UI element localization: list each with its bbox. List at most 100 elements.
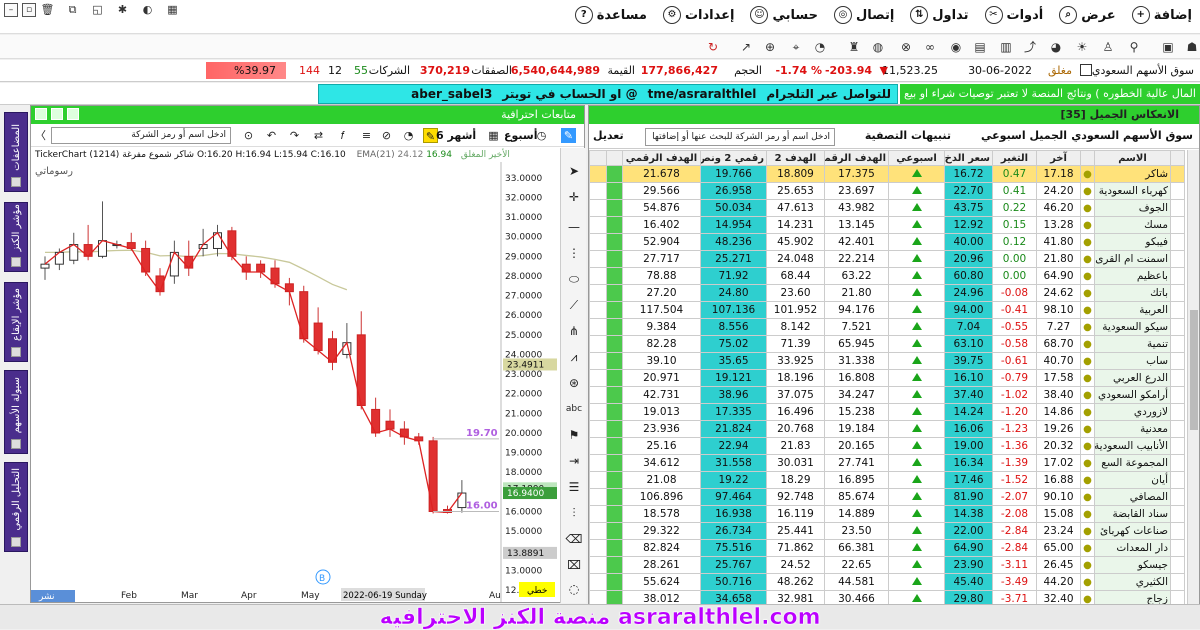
chat-icon[interactable]: ◐ [140, 2, 155, 17]
menu-connect[interactable]: إتصال ◎ [833, 6, 894, 24]
pitchfork-icon[interactable]: ⋔ [565, 322, 583, 340]
stack-icon[interactable]: ▤ [972, 39, 988, 55]
table-row[interactable]: كهرباء السعودية ● 24.20 0.41 22.70 23.697 25.6… [589, 182, 1185, 200]
telegram-handle[interactable]: tme/asraralthlel [648, 87, 757, 101]
search-person-icon[interactable]: ⚲ [1126, 39, 1142, 55]
minimize-icon[interactable]: – [4, 3, 18, 17]
zigzag-icon[interactable]: ⩘ [565, 348, 583, 366]
restore-icon[interactable]: ▫ [22, 3, 36, 17]
fib-icon[interactable]: ☰ [565, 478, 583, 496]
edit-button[interactable]: تعديل [593, 129, 624, 142]
column-header[interactable] [606, 150, 623, 166]
candlestick-chart[interactable]: رسوماتي 33.0000 32.0000 31.0000 30.0000 29.0… [31, 162, 560, 602]
menu-account[interactable]: حسابي ☺ [750, 6, 818, 24]
copy-icon[interactable]: ⧉ [65, 2, 80, 17]
candle-body[interactable] [457, 492, 467, 509]
table-row[interactable]: ساب ● 40.70 0.61- 39.75 31.338 33.925 35.65 39.1… [589, 352, 1185, 370]
layers-icon[interactable]: ≡ [359, 128, 374, 143]
column-header[interactable] [1080, 150, 1095, 166]
screener-search-input[interactable]: ادخل اسم أو رمز الشركة للبحث عنها أو إضا… [645, 128, 835, 146]
mask-icon[interactable]: ♜ [846, 39, 862, 55]
table-row[interactable]: سيكو السعودية ● 7.27 0.55- 7.04 7.521 8.142 8.5… [589, 318, 1185, 336]
hide-icon[interactable]: ◌ [565, 580, 583, 598]
candle-body[interactable] [40, 263, 50, 269]
crosshair-icon[interactable]: ✛ [565, 188, 583, 206]
draw-mode-icon[interactable]: ◔ [401, 128, 416, 143]
filter-selector[interactable]: الجميل اسبوعي [981, 129, 1067, 142]
gauge-icon[interactable]: ◔ [812, 39, 828, 55]
sidenav-tab[interactable]: سيولة الأسهم [4, 370, 28, 454]
text-icon[interactable]: abc [565, 400, 583, 418]
table-row[interactable]: لازوردي ● 14.86 1.20- 14.24 15.238 16.496 17.33… [589, 403, 1185, 421]
sidenav-tab[interactable]: مؤشر الكنز [4, 202, 28, 272]
ellipse-icon[interactable]: ⬭ [565, 270, 583, 288]
coins-icon[interactable]: ◉ [948, 39, 964, 55]
table-row[interactable]: اسمنت ام القرى ● 21.80 0.00 20.96 22.214 24.04… [589, 250, 1185, 268]
bulb-icon[interactable]: ☀ [1074, 39, 1090, 55]
vertical-line-icon[interactable]: ⋮ [565, 244, 583, 262]
table-row[interactable]: تنمية ● 68.70 0.58- 63.10 65.945 71.39 75.02 82.… [589, 335, 1185, 353]
globe-icon[interactable]: ◍ [870, 39, 886, 55]
menu-add[interactable]: إضافة + [1131, 6, 1192, 24]
table-row[interactable]: المجموعة السع ● 17.02 1.39- 16.34 27.741 30.03… [589, 454, 1185, 472]
pie-icon[interactable]: ◕ [1048, 39, 1064, 55]
trend-icon[interactable]: ↗ [738, 39, 754, 55]
calendar-icon[interactable] [1080, 64, 1092, 76]
table-row[interactable]: فيبكو ● 41.80 0.12 40.00 42.401 45.902 48.236 52… [589, 233, 1185, 251]
binoculars-icon[interactable]: ∞ [922, 39, 938, 55]
scroll-thumb[interactable] [1190, 310, 1198, 430]
nav-left-icon[interactable]: 〈 [33, 128, 48, 143]
column-header[interactable]: الهدف 2 [766, 150, 825, 166]
bar-chart-icon[interactable]: ▥ [998, 39, 1014, 55]
column-header[interactable]: الاسم [1094, 150, 1171, 166]
sidenav-tab[interactable]: المضاعفات [4, 112, 28, 192]
table-row[interactable]: شاكر ● 17.18 0.47 16.72 17.375 18.809 19.766 21.… [589, 165, 1185, 183]
table-row[interactable]: الدرع العربي ● 17.58 0.79- 16.10 16.808 18.196… [589, 369, 1185, 387]
column-header[interactable]: آخر [1036, 150, 1081, 166]
compare-icon[interactable]: ⇄ [311, 128, 326, 143]
eraser-icon[interactable]: ⌧ [565, 556, 583, 574]
table-row[interactable]: المصافي ● 90.10 2.07- 81.90 85.674 92.748 97.46… [589, 488, 1185, 506]
table-row[interactable]: مسك ● 13.28 0.15 12.92 13.145 14.231 14.954 16.4… [589, 216, 1185, 234]
trendline-icon[interactable]: ⟋ [565, 296, 583, 314]
menu-view[interactable]: عرض ⌕ [1059, 6, 1116, 24]
measure-icon[interactable]: ⇥ [565, 452, 583, 470]
table-row[interactable]: باعظيم ● 64.90 0.00 60.80 63.22 68.44 71.92 78.8… [589, 267, 1185, 285]
undo-icon[interactable]: ↶ [264, 128, 279, 143]
period-selector[interactable]: 6 أشهر [436, 129, 476, 142]
indicator-icon[interactable]: 𝑓 [335, 128, 350, 143]
people-icon[interactable]: ☗ [1184, 39, 1200, 55]
market-name[interactable]: سوق الأسهم السعودي [1092, 64, 1194, 77]
candle-body[interactable] [313, 322, 323, 352]
table-row[interactable]: أيان ● 16.88 1.52- 17.46 16.895 18.29 19.22 21.0… [589, 471, 1185, 489]
column-header[interactable]: اسبوعي [888, 150, 945, 166]
line-chart-icon[interactable]: ⤴ [1022, 39, 1038, 55]
column-header[interactable]: رقمي 2 ونص [700, 150, 767, 166]
table-row[interactable]: الكثيري ● 44.20 3.49- 45.40 44.581 48.262 50.71… [589, 573, 1185, 591]
chart-zoom-icon[interactable]: ⊕ [762, 39, 778, 55]
chart-search-input[interactable]: ادخل اسم أو رمز الشركة [51, 127, 231, 144]
bars-icon[interactable]: ⫶ [565, 504, 583, 522]
delete-drawings-icon[interactable]: ⌫ [565, 530, 583, 548]
scan-icon[interactable]: ⌖ [788, 39, 804, 55]
trash-icon[interactable]: 🗑 [40, 2, 55, 17]
column-header[interactable]: الهدف الرقمي 1 [824, 150, 889, 166]
person-icon[interactable]: ♙ [1100, 39, 1116, 55]
filter-alerts-button[interactable]: تنبيهات التصفية [865, 129, 951, 142]
table-row[interactable]: صناعات كهربائ ● 23.24 2.84- 22.00 23.50 25.441… [589, 522, 1185, 540]
window-minimize-icon[interactable] [67, 108, 79, 120]
table-row[interactable]: معدنية ● 19.26 1.23- 16.06 19.184 20.768 21.824… [589, 420, 1185, 438]
settings-icon[interactable]: ✱ [115, 2, 130, 17]
column-header[interactable]: الهدف الرقمي [622, 150, 701, 166]
interval-clock-icon[interactable]: ◷ [534, 128, 549, 143]
menu-help[interactable]: مساعدة? [574, 6, 647, 24]
horizontal-line-icon[interactable]: — [565, 218, 583, 236]
window-restore-icon[interactable] [51, 108, 63, 120]
candle-body[interactable] [184, 255, 194, 269]
flag-icon[interactable]: ⚑ [565, 426, 583, 444]
column-header[interactable]: التغير [992, 150, 1037, 166]
twitter-handle[interactable]: aber_sabel3 [411, 87, 492, 101]
target-icon[interactable]: ⊗ [898, 39, 914, 55]
table-row[interactable]: جيسكو ● 26.45 3.11- 23.90 22.65 24.52 25.767 28.… [589, 556, 1185, 574]
refresh-icon[interactable]: ↻ [705, 39, 721, 55]
